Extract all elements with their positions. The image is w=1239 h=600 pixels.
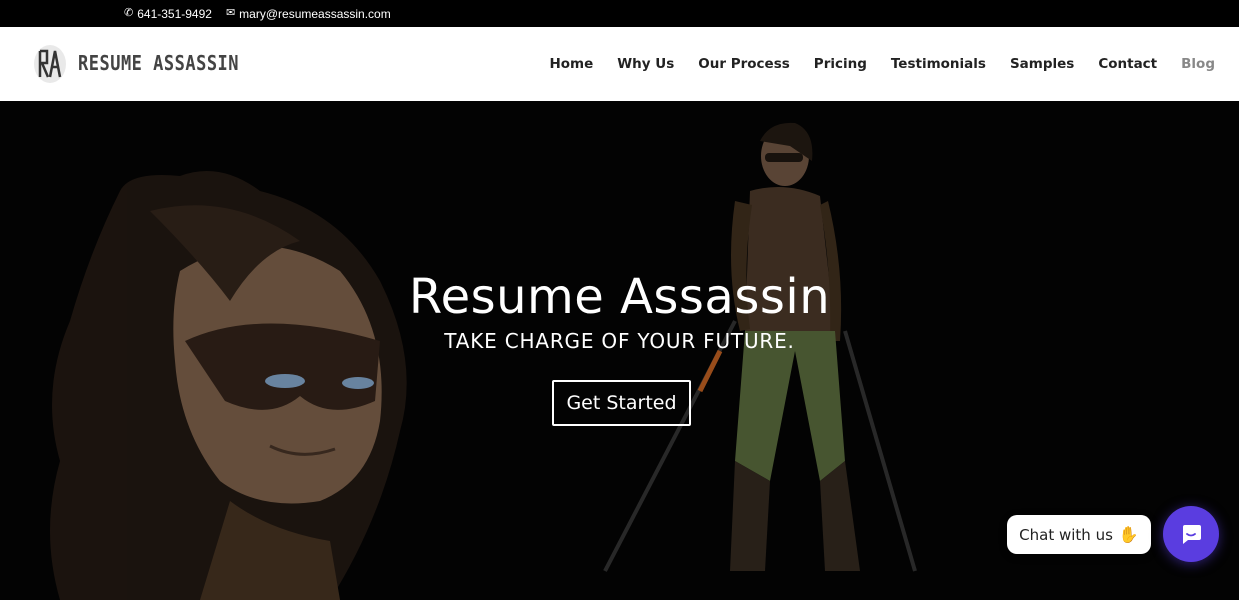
top-contact-bar: ✆ 641-351-9492 ✉ mary@resumeassassin.com <box>0 0 1239 27</box>
hero-subtitle: TAKE CHARGE OF YOUR FUTURE. <box>444 329 795 353</box>
chat-label: Chat with us <box>1019 525 1113 544</box>
chat-icon <box>1183 525 1201 544</box>
phone-contact[interactable]: ✆ 641-351-9492 <box>124 7 212 21</box>
nav-home[interactable]: Home <box>549 56 593 72</box>
hero-title: Resume Assassin <box>408 269 831 325</box>
email-address[interactable]: mary@resumeassassin.com <box>239 7 391 21</box>
phone-number[interactable]: 641-351-9492 <box>137 7 212 21</box>
email-contact[interactable]: ✉ mary@resumeassassin.com <box>226 7 391 21</box>
main-nav: Home Why Us Our Process Pricing Testimon… <box>549 27 1215 101</box>
nav-pricing[interactable]: Pricing <box>814 56 867 72</box>
nav-testimonials[interactable]: Testimonials <box>891 56 986 72</box>
chat-prompt-bubble[interactable]: Chat with us ✋ <box>1007 515 1151 554</box>
logo-text: RESUME ASSASSIN <box>78 52 240 76</box>
logo-mark-icon <box>34 45 66 83</box>
site-header: RESUME ASSASSIN Home Why Us Our Process … <box>0 27 1239 101</box>
nav-our-process[interactable]: Our Process <box>698 56 790 72</box>
nav-blog[interactable]: Blog <box>1181 56 1215 72</box>
nav-samples[interactable]: Samples <box>1010 56 1074 72</box>
site-logo[interactable]: RESUME ASSASSIN <box>32 43 239 85</box>
nav-contact[interactable]: Contact <box>1098 56 1157 72</box>
nav-why-us[interactable]: Why Us <box>617 56 674 72</box>
phone-icon: ✆ <box>124 7 134 19</box>
masked-woman-portrait <box>50 171 407 600</box>
get-started-button[interactable]: Get Started <box>552 380 691 426</box>
waving-hand-icon: ✋ <box>1118 525 1139 544</box>
envelope-icon: ✉ <box>225 7 236 19</box>
chat-launcher-button[interactable] <box>1163 506 1219 562</box>
